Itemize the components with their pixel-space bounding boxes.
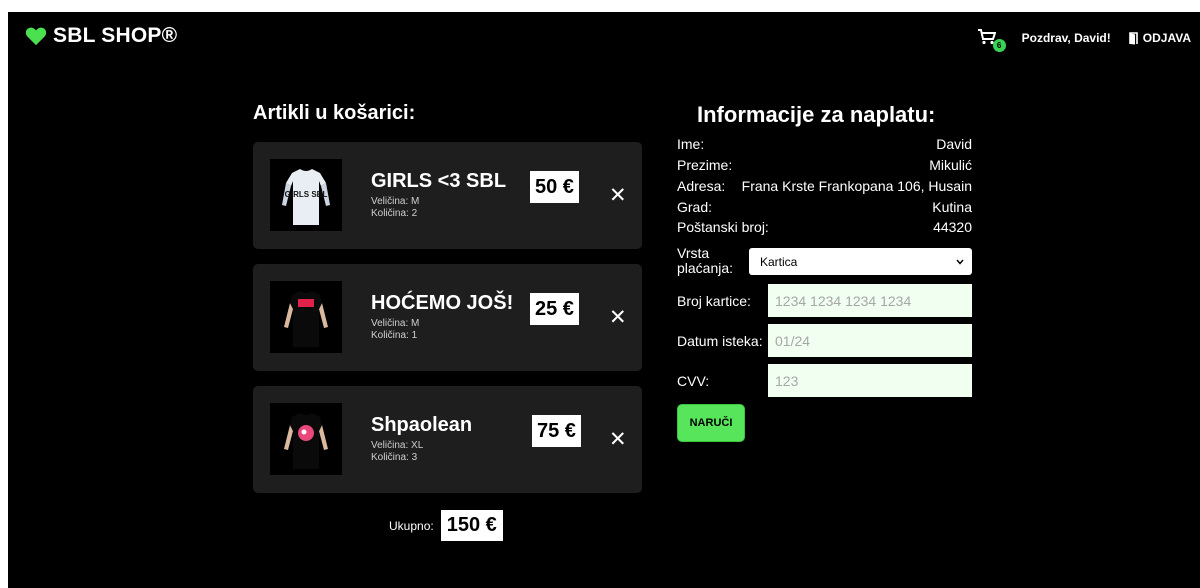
item-quantity: Količina: 3 (371, 452, 418, 463)
billing-row-postal: Poštanski broj: 44320 (677, 218, 972, 236)
billing-row-name: Ime: David (677, 135, 972, 153)
remove-item-button[interactable]: ✕ (609, 428, 627, 451)
item-size: Veličina: M (371, 196, 420, 207)
cvv-label: CVV: (677, 373, 710, 389)
expiry-input[interactable]: 01/24 (768, 324, 972, 357)
payment-type-label: Vrsta plaćanja: (677, 245, 734, 276)
logout-door-icon (1128, 31, 1138, 44)
remove-item-button[interactable]: ✕ (609, 184, 627, 207)
row-value: Mikulić (929, 157, 972, 173)
shirt-print-text: GIRLS SBL (285, 190, 328, 199)
billing-row-city: Grad: Kutina (677, 198, 972, 216)
row-label: Adresa: (677, 178, 726, 194)
cart-count-badge: 6 (992, 39, 1006, 52)
cart-button[interactable]: 6 (977, 29, 1006, 52)
logout-label: ODJAVA (1142, 31, 1191, 45)
row-value: 44320 (933, 219, 972, 235)
card-number-placeholder: 1234 1234 1234 1234 (775, 292, 912, 309)
cvv-placeholder: 123 (775, 372, 799, 389)
row-value: Frana Krste Frankopana 106, Husain (741, 178, 972, 194)
product-image (270, 281, 342, 353)
close-icon: ✕ (609, 306, 627, 329)
item-details: Veličina: M Količina: 2 (371, 196, 419, 220)
remove-item-button[interactable]: ✕ (609, 306, 627, 329)
card-number-input[interactable]: 1234 1234 1234 1234 (768, 284, 972, 317)
row-label: Ime: (677, 136, 705, 152)
row-label: Grad: (677, 199, 713, 215)
row-label: Prezime: (677, 157, 733, 173)
row-label: Poštanski broj: (677, 219, 769, 235)
order-button[interactable]: NARUČI (677, 404, 745, 442)
item-price: 50 € (530, 171, 579, 203)
item-details: Veličina: XL Količina: 3 (371, 440, 423, 464)
close-icon: ✕ (609, 184, 627, 207)
product-image (270, 403, 342, 475)
top-nav: 6 Pozdrav, David! ODJAVA (977, 29, 1191, 52)
cart-total: Ukupno: 150 € (389, 510, 503, 541)
item-size: Veličina: M (371, 318, 420, 329)
item-price: 75 € (532, 415, 581, 447)
cvv-input[interactable]: 123 (768, 364, 972, 397)
item-size: Veličina: XL (371, 440, 424, 451)
heart-icon (25, 27, 47, 46)
user-greeting: Pozdrav, David! (1021, 31, 1111, 45)
cart-item: Shpaolean Veličina: XL Količina: 3 75 € … (253, 386, 642, 493)
app-window: SBL SHOP® 6 Pozdrav, David! ODJAVA Artik… (8, 12, 1200, 588)
item-quantity: Količina: 1 (371, 330, 418, 341)
expiry-placeholder: 01/24 (775, 332, 811, 349)
product-image: GIRLS SBL (270, 159, 342, 231)
logout-button[interactable]: ODJAVA (1128, 31, 1191, 45)
total-value: 150 € (440, 510, 503, 541)
payment-type-select[interactable]: Kartica (749, 248, 972, 275)
item-name: HOĆEMO JOŠ! (371, 292, 514, 314)
row-value: Kutina (932, 199, 972, 215)
brand-logo[interactable]: SBL SHOP® (25, 24, 177, 48)
cart-item: GIRLS SBL GIRLS <3 SBL Veličina: M Količ… (253, 142, 642, 249)
total-label: Ukupno: (389, 518, 434, 533)
item-name: GIRLS <3 SBL (371, 170, 507, 192)
item-name: Shpaolean (371, 414, 473, 436)
billing-title: Informacije za naplatu: (697, 102, 936, 127)
close-icon: ✕ (609, 428, 627, 451)
cart-title: Artikli u košarici: (253, 102, 416, 124)
billing-row-surname: Prezime: Mikulić (677, 156, 972, 174)
brand-name: SBL SHOP® (53, 24, 178, 47)
cart-item: HOĆEMO JOŠ! Veličina: M Količina: 1 25 €… (253, 264, 642, 371)
item-details: Veličina: M Količina: 1 (371, 318, 419, 342)
row-value: David (936, 136, 972, 152)
payment-selected-value: Kartica (760, 254, 798, 269)
expiry-label: Datum isteka: (677, 333, 763, 349)
chevron-down-icon (956, 259, 964, 265)
item-quantity: Količina: 2 (371, 208, 418, 219)
billing-row-address: Adresa: Frana Krste Frankopana 106, Husa… (677, 177, 972, 195)
card-number-label: Broj kartice: (677, 293, 751, 309)
item-price: 25 € (530, 293, 579, 325)
